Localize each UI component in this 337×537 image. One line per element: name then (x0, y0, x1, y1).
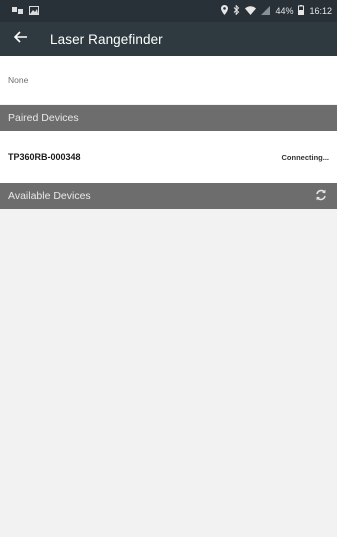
device-status: Connecting... (281, 152, 330, 162)
device-name: TP360RB-000348 (8, 152, 81, 162)
page-title: Laser Rangefinder (50, 31, 163, 47)
paired-devices-header: Paired Devices (0, 105, 337, 131)
notification-icon (12, 6, 24, 17)
status-right: 44% 16:12 (221, 4, 332, 17)
paired-device-item[interactable]: TP360RB-000348 Connecting... (0, 131, 337, 183)
image-icon (29, 5, 39, 17)
available-devices-label: Available Devices (8, 190, 91, 202)
refresh-icon (315, 189, 327, 204)
status-bar: 44% 16:12 (0, 0, 337, 22)
clock: 16:12 (309, 6, 332, 16)
location-icon (221, 5, 229, 17)
back-arrow-icon (13, 30, 28, 48)
connected-device-row: None (0, 56, 337, 104)
paired-devices-label: Paired Devices (8, 112, 79, 124)
app-bar: Laser Rangefinder (0, 22, 337, 56)
connected-device-label: None (8, 75, 29, 85)
status-left (12, 5, 39, 17)
battery-icon (298, 5, 305, 17)
available-devices-list (0, 209, 337, 537)
available-devices-header: Available Devices (0, 183, 337, 209)
bluetooth-icon (233, 4, 240, 17)
wifi-icon (245, 5, 257, 17)
back-button[interactable] (10, 28, 32, 50)
refresh-button[interactable] (313, 188, 329, 204)
battery-percent: 44% (275, 6, 294, 16)
signal-icon (261, 5, 271, 17)
